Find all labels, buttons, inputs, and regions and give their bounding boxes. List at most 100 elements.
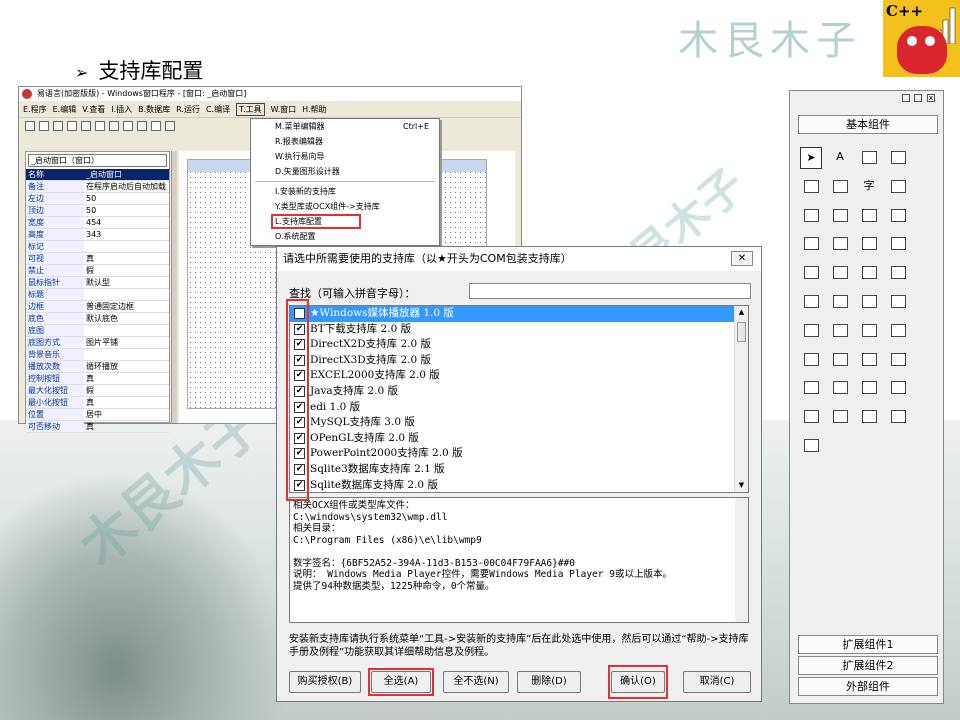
menu-item-system-config[interactable]: O.系统配置	[251, 229, 439, 244]
client-tool-icon[interactable]	[829, 320, 851, 342]
property-value[interactable]: 默认型	[84, 276, 169, 289]
new-file-icon[interactable]	[25, 120, 35, 131]
library-list-item[interactable]: ✔ MySQL支持库 3.0 版	[290, 415, 748, 431]
vertical-scrollbar-tool-icon[interactable]	[858, 233, 880, 255]
printer-tool-icon[interactable]	[829, 349, 851, 371]
menu-item-vector-designer[interactable]: D.矢量图形设计器	[251, 164, 439, 179]
property-value[interactable]: 图片平铺	[84, 336, 169, 349]
property-row[interactable]: 左边 50	[26, 192, 169, 205]
property-value[interactable]: 居中	[84, 408, 169, 421]
edit-tool-icon[interactable]	[800, 176, 822, 198]
open-file-icon[interactable]	[39, 120, 49, 131]
property-value[interactable]: 真	[84, 372, 169, 385]
object-selector[interactable]: _启动窗口（窗口）	[28, 154, 167, 167]
property-value[interactable]	[84, 288, 169, 301]
menu-item-library-config[interactable]: L.支持库配置	[271, 214, 361, 229]
property-value[interactable]	[84, 324, 169, 337]
picture-tool-icon[interactable]	[858, 147, 880, 169]
property-value[interactable]: 默认底色	[84, 312, 169, 325]
property-value[interactable]: 循环播放	[84, 360, 169, 373]
property-row[interactable]: 控制按钮真	[26, 372, 169, 385]
menu-tools[interactable]: T.工具	[236, 102, 265, 116]
label-tool-icon[interactable]: A	[829, 147, 851, 169]
table-tool-icon[interactable]	[858, 320, 880, 342]
redo-icon[interactable]	[123, 120, 133, 131]
property-row[interactable]: 鼠标指针 默认型	[26, 276, 169, 289]
search-input[interactable]	[469, 283, 751, 299]
button-image-tool-icon[interactable]	[829, 176, 851, 198]
groupbox-tool-icon[interactable]	[858, 205, 880, 227]
checkbox-tool-icon[interactable]	[800, 205, 822, 227]
property-row[interactable]: 标记	[26, 240, 169, 253]
input-tool-icon[interactable]	[829, 291, 851, 313]
external-components-tab[interactable]: 外部组件	[798, 677, 938, 696]
library-list-item[interactable]: ✔ BT下载支持库 2.0 版	[290, 322, 748, 338]
buy-license-button[interactable]: 购买授权(B)	[289, 671, 361, 693]
chart-tool-icon[interactable]	[858, 406, 880, 428]
close-icon[interactable]: x	[927, 94, 935, 102]
property-value[interactable]: 真	[84, 252, 169, 265]
calendar-tool-icon[interactable]	[800, 262, 822, 284]
delete-button[interactable]: 删除(D)	[517, 671, 581, 693]
menu-program[interactable]: E.程序	[23, 104, 47, 115]
property-row[interactable]: 播放次数 循环播放	[26, 360, 169, 373]
library-list-item[interactable]: ✔ Sqlite3数据库支持库 2.1 版	[290, 462, 748, 478]
restore-icon[interactable]	[914, 94, 922, 102]
exporter-tool-icon[interactable]	[800, 377, 822, 399]
shape-tool-icon[interactable]	[887, 147, 909, 169]
transfer-2-tool-icon[interactable]	[887, 349, 909, 371]
menu-item-install-library[interactable]: I.安装新的支持库	[251, 184, 439, 199]
menu-view[interactable]: V.查看	[82, 104, 105, 115]
copy-icon[interactable]	[81, 120, 91, 131]
menu-item-report-editor[interactable]: R.报表编辑器	[251, 134, 439, 149]
undo-icon[interactable]	[109, 120, 119, 131]
property-row[interactable]: 位置 居中	[26, 408, 169, 421]
paste-icon[interactable]	[95, 120, 105, 131]
basic-components-tab[interactable]: 基本组件	[798, 115, 938, 134]
menu-insert[interactable]: I.插入	[111, 104, 132, 115]
menu-item-ocx-to-library[interactable]: Y.类型库或OCX组件->支持库	[251, 199, 439, 214]
menu-database[interactable]: B.数据库	[138, 104, 170, 115]
list-scrollbar[interactable]: ▲ ▼	[734, 306, 748, 492]
picturebox-tool-icon[interactable]	[887, 262, 909, 284]
property-value[interactable]	[84, 240, 169, 253]
library-list-item[interactable]: ✔ DirectX2D支持库 2.0 版	[290, 337, 748, 353]
cancel-button[interactable]: 取消(C)	[683, 671, 751, 693]
document-tool-icon[interactable]	[887, 291, 909, 313]
listbox-tool-icon[interactable]	[800, 233, 822, 255]
property-row[interactable]: 标题	[26, 288, 169, 301]
property-value[interactable]: 50	[84, 204, 169, 217]
transfer-tool-icon[interactable]	[858, 349, 880, 371]
scroll-arrows-tool-icon[interactable]	[829, 233, 851, 255]
menu-compile[interactable]: C.编译	[206, 104, 230, 115]
property-row[interactable]: 顶边 50	[26, 204, 169, 217]
grid-icon[interactable]	[151, 120, 161, 131]
property-value[interactable]: _启动窗口	[84, 169, 169, 181]
property-row[interactable]: 最小化按钮真	[26, 396, 169, 409]
odbc-db-tool-icon[interactable]	[800, 435, 822, 457]
library-list-item[interactable]: ✔ Java支持库 2.0 版	[290, 384, 748, 400]
hotkey-tool-icon[interactable]	[858, 377, 880, 399]
property-row[interactable]: 备注 在程序启动后自动加载	[26, 180, 169, 193]
property-row[interactable]: 宽度 454	[26, 216, 169, 229]
library-list-item[interactable]: ✔ PowerPoint2000支持库 2.0 版	[290, 446, 748, 462]
property-value[interactable]: 343	[84, 228, 169, 241]
pin-icon[interactable]	[902, 94, 910, 102]
window-tool-icon[interactable]	[887, 320, 909, 342]
library-list-item[interactable]: ✔ OPenGL支持库 2.0 版	[290, 431, 748, 447]
property-row[interactable]: 可否移动真	[26, 420, 169, 433]
scroll-up-icon[interactable]: ▲	[735, 306, 748, 319]
property-value[interactable]: 普通固定边框	[84, 300, 169, 313]
property-value[interactable]: 假	[84, 384, 169, 397]
library-list-item[interactable]: ✔ DirectX3D支持库 2.0 版	[290, 353, 748, 369]
db-connect-tool-icon[interactable]	[829, 406, 851, 428]
cut-icon[interactable]	[67, 120, 77, 131]
line-tool-icon[interactable]	[887, 176, 909, 198]
timer-tool-icon[interactable]	[800, 349, 822, 371]
odbc-tool-icon[interactable]	[887, 406, 909, 428]
property-value[interactable]: 假	[84, 264, 169, 277]
run-icon[interactable]	[165, 120, 175, 131]
property-value[interactable]	[84, 348, 169, 361]
frame-tool-icon[interactable]	[887, 205, 909, 227]
library-list-item[interactable]: ✔ edi 1.0 版	[290, 400, 748, 416]
